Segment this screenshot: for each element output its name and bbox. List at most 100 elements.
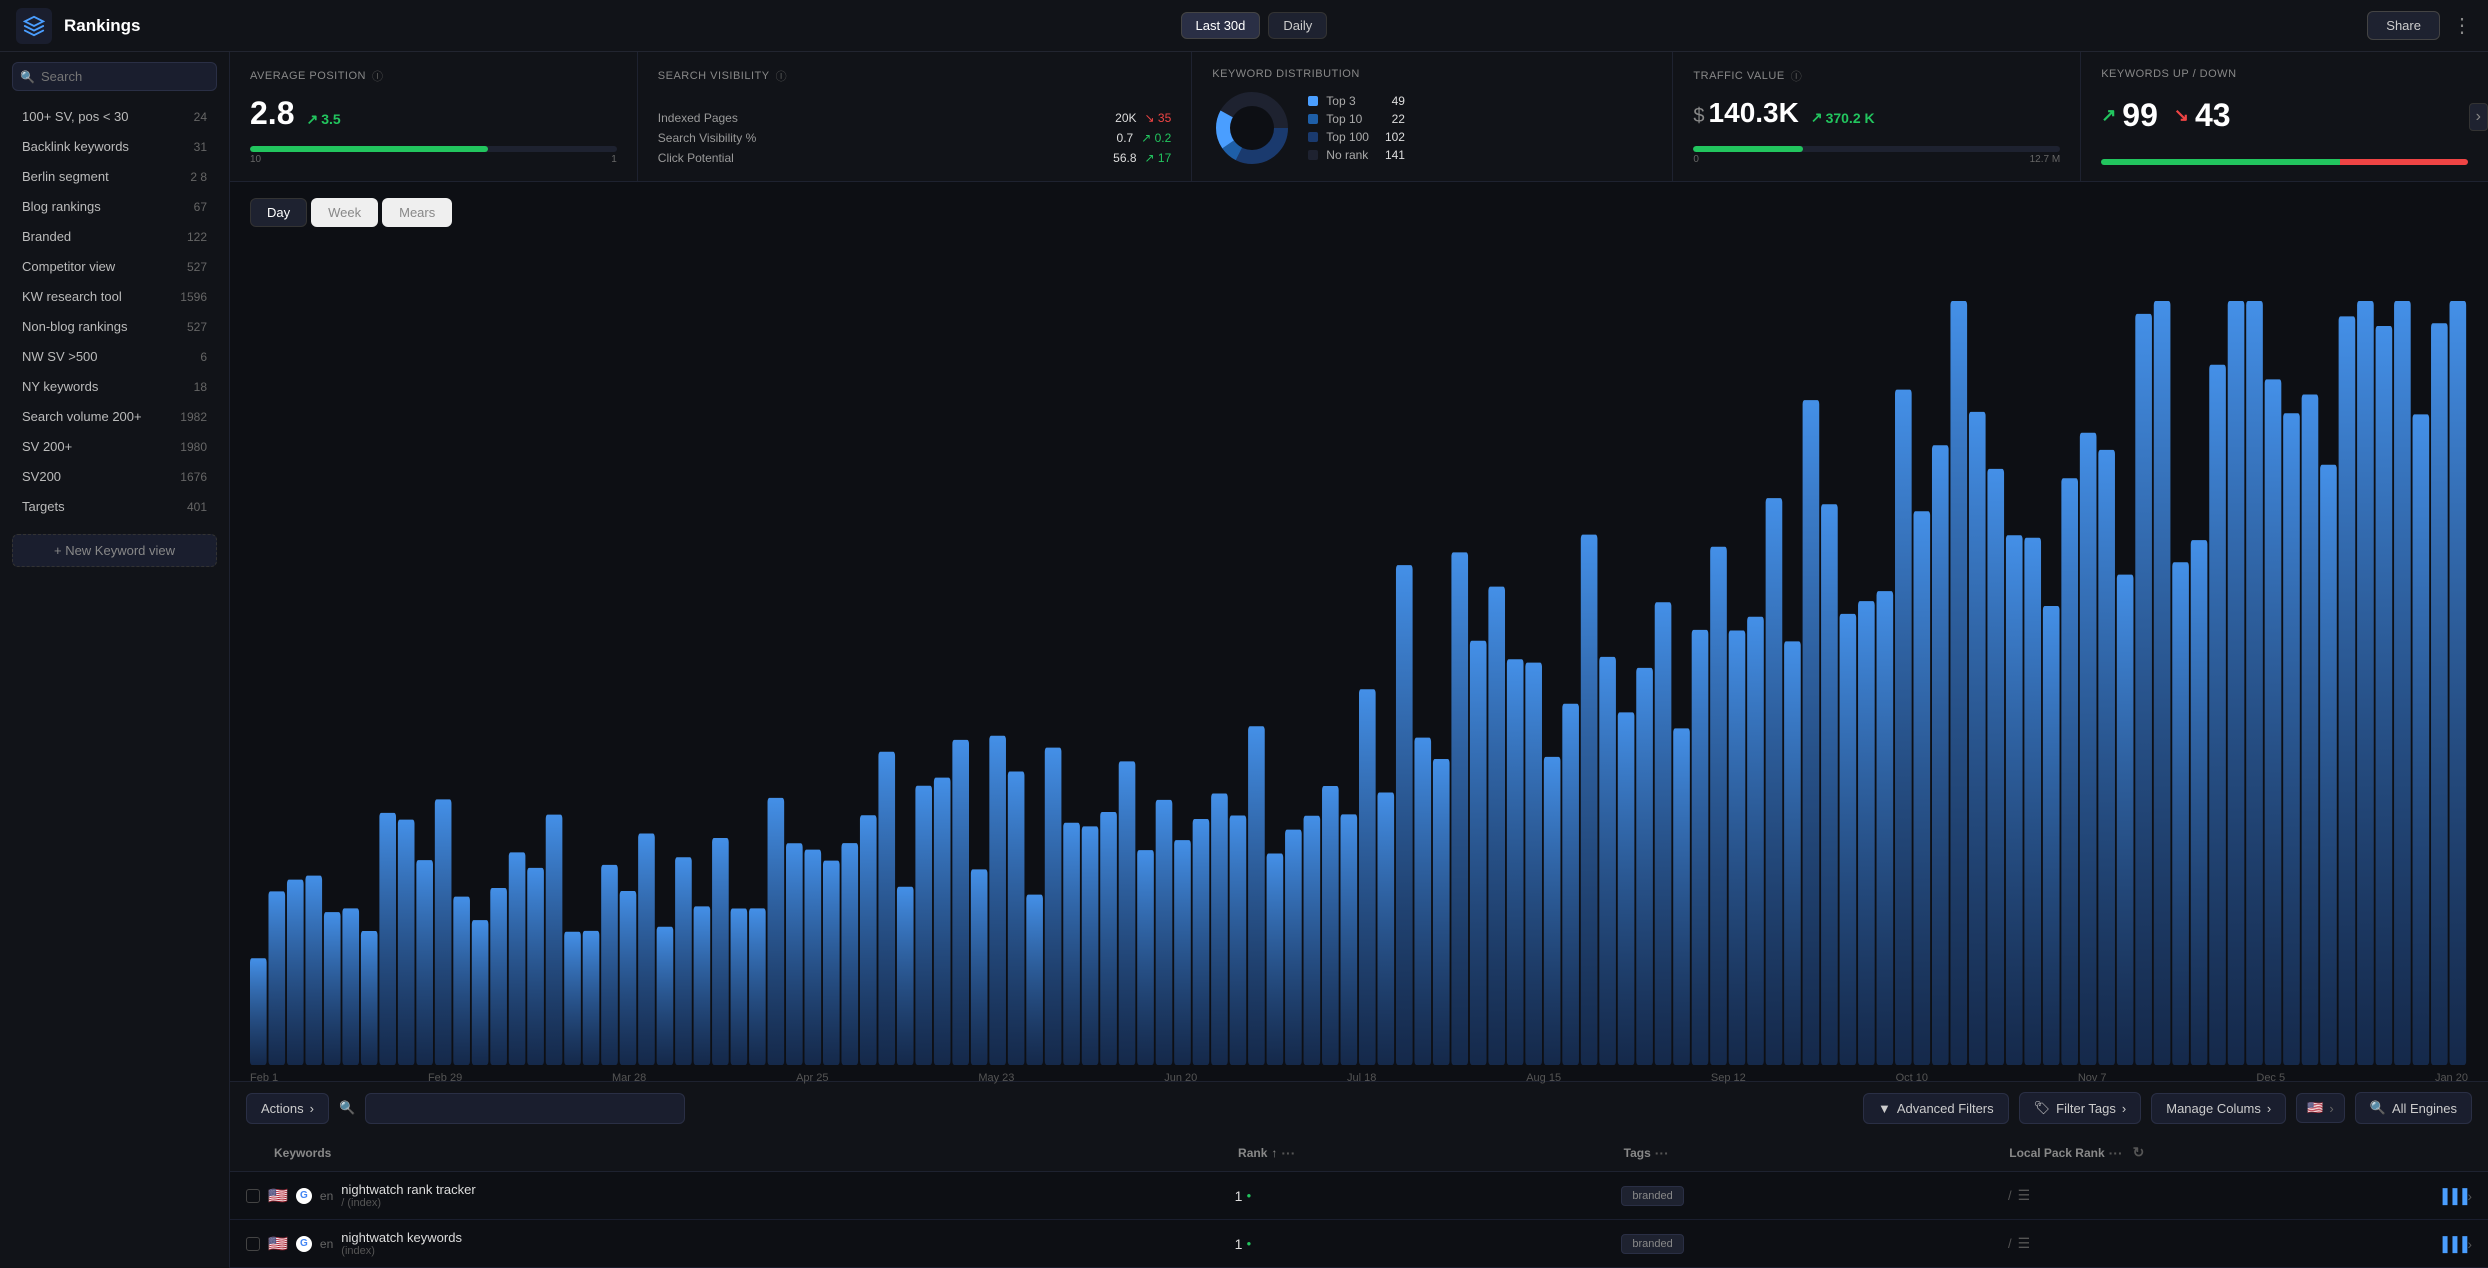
keyword-distribution-label: KEYWORD DISTRIBUTION [1212,68,1652,80]
row-expand-icon[interactable]: › [2467,1188,2472,1204]
manage-columns-button[interactable]: Manage Colums › [2151,1093,2286,1124]
row-bar-icon: ▐▐▐ [2438,1188,2468,1204]
rank-sort-icon[interactable]: ↑ [1271,1146,1277,1160]
sidebar-item-count: 31 [194,140,207,154]
search-engine-icon: 🔍 [2370,1100,2386,1116]
keyword-search-input[interactable] [365,1093,685,1124]
row-checkbox[interactable] [246,1189,260,1203]
sidebar-item[interactable]: 100+ SV, pos < 3024 [6,102,223,131]
avg-position-bar: 10 1 [250,146,617,165]
sidebar-item-count: 2 8 [190,170,207,184]
sidebar-item-label: Berlin segment [22,169,109,184]
sidebar-item-count: 527 [187,260,207,274]
kd-legend-label: Top 3 [1326,94,1369,108]
logo-icon [23,15,45,37]
table-area: Keywords Rank ↑ ··· Tags ··· Local Pack … [230,1134,2488,1268]
sidebar-item-count: 1982 [180,410,207,424]
chart-tabs: DayWeekMears [250,198,2468,227]
period-button[interactable]: Last 30d [1181,12,1261,39]
keyword-distribution-legend: Top 3 49 Top 10 22 Top 100 102 No rank 1… [1308,94,1405,162]
sv-label: Indexed Pages [658,111,1097,125]
chart-tab[interactable]: Week [311,198,378,227]
filter-icon: ▼ [1878,1101,1891,1116]
sv-value: 20K [1097,111,1137,125]
keywords-updown-card: KEYWORDS UP / DOWN ↗ 99 ↘ 43 [2081,52,2488,181]
sidebar-item-count: 527 [187,320,207,334]
sidebar-item[interactable]: KW research tool1596 [6,282,223,311]
filter-tags-chevron-icon: › [2122,1101,2126,1116]
chart-x-label: Apr 25 [796,1072,828,1084]
sidebar-item[interactable]: Non-blog rankings527 [6,312,223,341]
content-area: AVERAGE POSITION ⓘ 2.8 ↗ 3.5 10 1 [230,52,2488,1268]
table-row: 🇺🇸 G en nightwatch rank tracker / (index… [230,1172,2488,1220]
local-more-icon[interactable]: ··· [2109,1145,2123,1161]
more-options-button[interactable]: ⋮ [2452,13,2472,38]
kd-legend-item: No rank 141 [1308,148,1405,162]
sidebar-item-count: 122 [187,230,207,244]
sidebar-item[interactable]: Search volume 200+1982 [6,402,223,431]
share-button[interactable]: Share [2367,11,2440,40]
sidebar-item[interactable]: Targets401 [6,492,223,521]
refresh-icon[interactable]: ↻ [2133,1144,2145,1161]
sidebar-search-input[interactable] [12,62,217,91]
kd-legend-value: 141 [1377,148,1405,162]
sidebar-item[interactable]: SV2001676 [6,462,223,491]
td-local: / ☰ ▐▐▐ › [2008,1187,2472,1204]
sidebar-item[interactable]: NY keywords18 [6,372,223,401]
sidebar-item[interactable]: Competitor view 527 [6,252,223,281]
sidebar-item[interactable]: SV 200+1980 [6,432,223,461]
sidebar-item-count: 1676 [180,470,207,484]
col-header-rank: Rank ↑ ··· [1238,1145,1624,1161]
sv-row: Click Potential 56.8 ↗ 17 [658,151,1172,165]
rank-more-icon[interactable]: ··· [1281,1145,1295,1161]
row-flag-icon: 🇺🇸 [268,1186,288,1206]
td-tags: branded [1621,1186,2008,1206]
sidebar-item[interactable]: Backlink keywords31 [6,132,223,161]
row-local-slash: / [2008,1236,2012,1251]
chart-x-label: Jul 18 [1347,1072,1376,1084]
metrics-next-arrow[interactable]: › [2469,103,2488,131]
row-expand-icon[interactable]: › [2467,1236,2472,1252]
main-layout: 🔍 100+ SV, pos < 3024Backlink keywords31… [0,52,2488,1268]
chart-x-label: Jan 20 [2435,1072,2468,1084]
flag-chevron-icon: › [2329,1101,2333,1116]
google-icon: G [296,1236,312,1252]
search-icon-toolbar: 🔍 [339,1100,355,1116]
sidebar-item[interactable]: Berlin segment 2 8 [6,162,223,191]
kd-legend-dot [1308,132,1318,142]
chart-tab[interactable]: Mears [382,198,452,227]
row-rank-value: 1 [1235,1236,1243,1252]
advanced-filters-button[interactable]: ▼ Advanced Filters [1863,1093,2009,1124]
row-checkbox[interactable] [246,1237,260,1251]
sidebar-items-list: 100+ SV, pos < 3024Backlink keywords31Be… [0,101,229,522]
chart-x-label: Aug 15 [1526,1072,1561,1084]
sidebar-search-wrap: 🔍 [0,52,229,101]
kd-legend-value: 49 [1377,94,1405,108]
search-visibility-table: Indexed Pages 20K ↘ 35 Search Visibility… [658,111,1172,165]
app-logo [16,8,52,44]
chart-area: DayWeekMears Feb 1Feb 29Mar 28Apr 25May … [230,182,2488,1081]
sidebar-item[interactable]: Blog rankings67 [6,192,223,221]
country-flag-selector[interactable]: 🇺🇸 › [2296,1093,2345,1123]
us-flag-icon: 🇺🇸 [2307,1100,2323,1116]
tags-more-icon[interactable]: ··· [1655,1145,1669,1161]
chart-tab[interactable]: Day [250,198,307,227]
topnav-center: Last 30d Daily [1181,12,1328,39]
filter-tags-button[interactable]: 🏷 Filter Tags › [2019,1092,2142,1124]
topnav: Rankings Last 30d Daily Share ⋮ [0,0,2488,52]
sidebar-item-label: Competitor view [22,259,115,274]
keyword-distribution-donut [1212,88,1292,168]
avg-position-change: ↗ 3.5 [306,111,340,128]
traffic-value-amount: $ 140.3K [1693,97,1798,129]
all-engines-button[interactable]: 🔍 All Engines [2355,1092,2472,1124]
avg-position-card: AVERAGE POSITION ⓘ 2.8 ↗ 3.5 10 1 [230,52,638,181]
row-keyword-text: nightwatch rank tracker [341,1182,475,1197]
td-tags: branded [1621,1234,2008,1254]
new-keyword-view-button[interactable]: + New Keyword view [12,534,217,567]
daily-button[interactable]: Daily [1268,12,1327,39]
actions-button[interactable]: Actions › [246,1093,329,1124]
sidebar-item-label: Targets [22,499,65,514]
avg-position-value: 2.8 [250,95,294,132]
sidebar-item[interactable]: NW SV >5006 [6,342,223,371]
sidebar-item[interactable]: Branded122 [6,222,223,251]
